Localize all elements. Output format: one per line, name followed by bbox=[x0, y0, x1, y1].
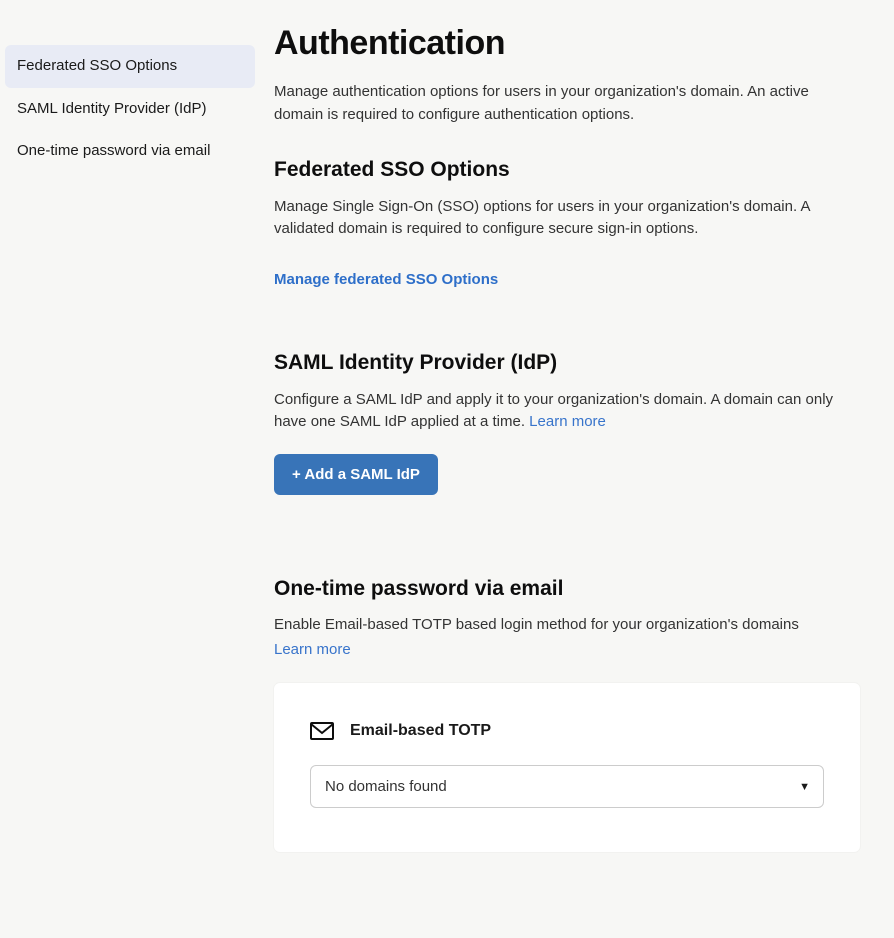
sidebar-item-label: SAML Identity Provider (IdP) bbox=[17, 100, 207, 117]
domain-select[interactable]: No domains found bbox=[310, 765, 824, 808]
page-description: Manage authentication options for users … bbox=[274, 81, 860, 126]
sidebar: Federated SSO Options SAML Identity Prov… bbox=[0, 0, 260, 938]
section-title-saml: SAML Identity Provider (IdP) bbox=[274, 347, 860, 379]
totp-card: Email-based TOTP No domains found ▼ bbox=[274, 683, 860, 852]
add-saml-idp-button[interactable]: + Add a SAML IdP bbox=[274, 454, 438, 495]
domain-select-wrap: No domains found ▼ bbox=[310, 765, 824, 808]
section-saml-idp: SAML Identity Provider (IdP) Configure a… bbox=[274, 347, 860, 495]
totp-card-title: Email-based TOTP bbox=[350, 719, 491, 743]
totp-card-header: Email-based TOTP bbox=[310, 719, 824, 743]
main-content: Authentication Manage authentication opt… bbox=[260, 0, 890, 938]
section-desc-sso: Manage Single Sign-On (SSO) options for … bbox=[274, 196, 860, 241]
section-title-sso: Federated SSO Options bbox=[274, 154, 860, 186]
section-federated-sso: Federated SSO Options Manage Single Sign… bbox=[274, 154, 860, 291]
saml-learn-more-link[interactable]: Learn more bbox=[529, 413, 606, 430]
section-title-otp: One-time password via email bbox=[274, 573, 860, 605]
sidebar-item-otp-email[interactable]: One-time password via email bbox=[5, 130, 255, 173]
sidebar-item-federated-sso[interactable]: Federated SSO Options bbox=[5, 45, 255, 88]
sidebar-item-saml-idp[interactable]: SAML Identity Provider (IdP) bbox=[5, 88, 255, 131]
section-desc-otp: Enable Email-based TOTP based login meth… bbox=[274, 614, 860, 637]
page-title: Authentication bbox=[274, 18, 860, 69]
section-otp-email: One-time password via email Enable Email… bbox=[274, 573, 860, 853]
sidebar-item-label: One-time password via email bbox=[17, 142, 210, 159]
sidebar-item-label: Federated SSO Options bbox=[17, 57, 177, 74]
section-desc-saml: Configure a SAML IdP and apply it to you… bbox=[274, 389, 860, 434]
manage-sso-link[interactable]: Manage federated SSO Options bbox=[274, 269, 498, 292]
mail-icon bbox=[310, 722, 334, 740]
otp-learn-more-link[interactable]: Learn more bbox=[274, 641, 351, 658]
